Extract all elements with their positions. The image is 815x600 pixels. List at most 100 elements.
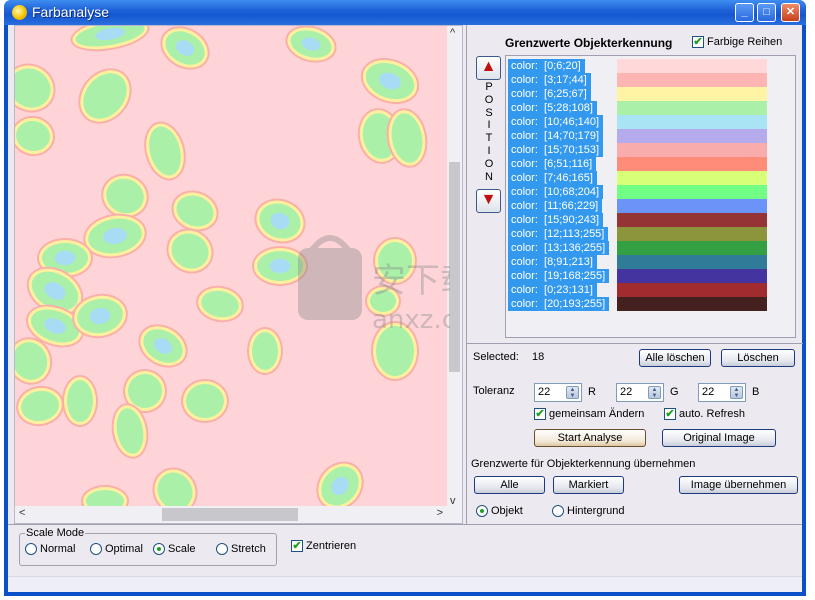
scale-normal-radio[interactable]: Normal	[25, 543, 75, 555]
threshold-list-item[interactable]: color: [15;70;153]	[508, 143, 604, 157]
threshold-list[interactable]: color: [0;6;20] color: [3;17;44] color: [6…	[505, 55, 796, 338]
threshold-list-item[interactable]: color: [15;90;243]	[508, 213, 604, 227]
arrow-up-icon: ▲	[480, 58, 497, 75]
threshold-panel: Grenzwerte Objekterkennung ✔ Farbige Rei…	[466, 25, 803, 524]
auto-refresh-checkbox[interactable]: ✔ auto. Refresh	[664, 408, 745, 420]
check-icon[interactable]: ✔	[534, 408, 546, 420]
auto-refresh-label: auto. Refresh	[679, 408, 746, 420]
colored-rows-checkbox[interactable]: ✔ Farbige Reihen	[692, 36, 782, 48]
color-swatch[interactable]	[617, 143, 767, 157]
radio-selected-icon[interactable]	[153, 543, 165, 555]
tolerance-b-input[interactable]: 22 ▲ ▼	[698, 383, 746, 402]
threshold-list-item[interactable]: color: [5;28;108]	[508, 101, 597, 115]
original-image-button[interactable]: Original Image	[662, 429, 776, 447]
spin-updown-icon[interactable]: ▲ ▼	[566, 386, 579, 399]
maximize-button[interactable]: □	[757, 3, 776, 22]
apply-marked-button[interactable]: Markiert	[553, 476, 624, 494]
vertical-scrollbar[interactable]: ^ v	[447, 26, 462, 508]
threshold-list-item[interactable]: color: [8;91;213]	[508, 255, 597, 269]
scale-scale-radio[interactable]: Scale	[153, 543, 196, 555]
delete-button[interactable]: Löschen	[721, 349, 795, 367]
color-swatch[interactable]	[617, 157, 767, 171]
scroll-left-icon[interactable]: <	[19, 507, 25, 519]
check-icon[interactable]: ✔	[291, 540, 303, 552]
color-swatch[interactable]	[617, 185, 767, 199]
threshold-list-item[interactable]: color: [20;193;255]	[508, 297, 610, 311]
threshold-list-item[interactable]: color: [10;46;140]	[508, 115, 604, 129]
tolerance-r-value: 22	[538, 386, 551, 398]
radio-icon[interactable]	[25, 543, 37, 555]
apply-thresholds-label: Grenzwerte für Objekterkennung übernehme…	[471, 458, 696, 470]
move-down-button[interactable]: ▼	[476, 189, 501, 213]
tolerance-r-input[interactable]: 22 ▲ ▼	[534, 383, 582, 402]
threshold-list-item[interactable]: color: [3;17;44]	[508, 73, 591, 87]
selected-count: 18	[532, 351, 545, 363]
start-analysis-button[interactable]: Start Analyse	[534, 429, 646, 447]
apply-image-button[interactable]: Image übernehmen	[679, 476, 798, 494]
color-swatch[interactable]	[617, 199, 767, 213]
threshold-list-item[interactable]: color: [6;51;116]	[508, 157, 597, 171]
threshold-list-item[interactable]: color: [19;168;255]	[508, 269, 610, 283]
resize-grip[interactable]	[447, 506, 462, 523]
color-swatch[interactable]	[617, 59, 767, 73]
color-swatch[interactable]	[617, 255, 767, 269]
client-area: ^ v < > Grenzwerte Objekterkennung ✔ Far…	[8, 25, 803, 592]
vertical-scroll-thumb[interactable]	[449, 162, 460, 372]
color-swatch[interactable]	[617, 73, 767, 87]
tolerance-g-input[interactable]: 22 ▲ ▼	[616, 383, 664, 402]
threshold-list-item[interactable]: color: [12;113;255]	[508, 227, 609, 241]
scale-stretch-radio[interactable]: Stretch	[216, 543, 266, 555]
check-icon[interactable]: ✔	[692, 36, 704, 48]
check-icon[interactable]: ✔	[664, 408, 676, 420]
threshold-list-item[interactable]: color: [0;6;20]	[508, 59, 585, 73]
radio-icon[interactable]	[552, 505, 564, 517]
color-swatch[interactable]	[617, 129, 767, 143]
spin-updown-icon[interactable]: ▲ ▼	[648, 386, 661, 399]
color-swatch[interactable]	[617, 115, 767, 129]
scroll-up-icon[interactable]: ^	[450, 27, 455, 39]
radio-selected-icon[interactable]	[476, 505, 488, 517]
threshold-list-item[interactable]: color: [13;136;255]	[508, 241, 610, 255]
threshold-list-item[interactable]: color: [10;68;204]	[508, 185, 604, 199]
color-swatch[interactable]	[617, 171, 767, 185]
threshold-list-item[interactable]: color: [0;23;131]	[508, 283, 597, 297]
apply-all-button[interactable]: Alle	[474, 476, 545, 494]
center-checkbox[interactable]: ✔ Zentrieren	[291, 540, 356, 552]
position-letter: O	[484, 93, 494, 106]
color-swatch[interactable]	[617, 101, 767, 115]
arrow-down-icon: ▼	[480, 191, 497, 208]
image-view[interactable]: ^ v < >	[14, 25, 463, 524]
scroll-right-icon[interactable]: >	[437, 507, 443, 519]
color-swatch[interactable]	[617, 227, 767, 241]
threshold-list-item[interactable]: color: [14;70;179]	[508, 129, 604, 143]
color-swatch[interactable]	[617, 87, 767, 101]
clear-all-button[interactable]: Alle löschen	[639, 349, 711, 367]
minimize-button[interactable]: _	[735, 3, 754, 22]
move-up-button[interactable]: ▲	[476, 56, 501, 80]
color-swatch[interactable]	[617, 283, 767, 297]
close-button[interactable]: ✕	[781, 3, 800, 22]
analyzed-image[interactable]	[15, 26, 449, 508]
status-bar	[8, 576, 802, 592]
background-radio[interactable]: Hintergrund	[552, 505, 624, 517]
title-bar[interactable]: Farbanalyse _ □ ✕	[4, 0, 806, 25]
position-letter: P	[485, 81, 493, 93]
change-together-checkbox[interactable]: ✔ gemeinsam Ändern	[534, 408, 644, 420]
threshold-list-item[interactable]: color: [11;66;229]	[508, 199, 603, 213]
spin-updown-icon[interactable]: ▲ ▼	[730, 386, 743, 399]
object-radio[interactable]: Objekt	[476, 505, 523, 517]
color-swatch[interactable]	[617, 269, 767, 283]
radio-icon[interactable]	[90, 543, 102, 555]
radio-icon[interactable]	[216, 543, 228, 555]
position-letter: I	[487, 119, 491, 132]
horizontal-scroll-thumb[interactable]	[162, 508, 298, 521]
color-swatch[interactable]	[617, 241, 767, 255]
color-swatch[interactable]	[617, 213, 767, 227]
threshold-list-item[interactable]: color: [7;46;165]	[508, 171, 597, 185]
colored-rows-label: Farbige Reihen	[707, 36, 783, 48]
color-swatch[interactable]	[617, 297, 767, 311]
threshold-list-item[interactable]: color: [6;25;67]	[508, 87, 591, 101]
scale-optimal-radio[interactable]: Optimal	[90, 543, 143, 555]
scale-mode-group: Scale Mode Normal Optimal Scale Stretch	[19, 527, 277, 566]
horizontal-scrollbar[interactable]: < >	[15, 506, 449, 523]
